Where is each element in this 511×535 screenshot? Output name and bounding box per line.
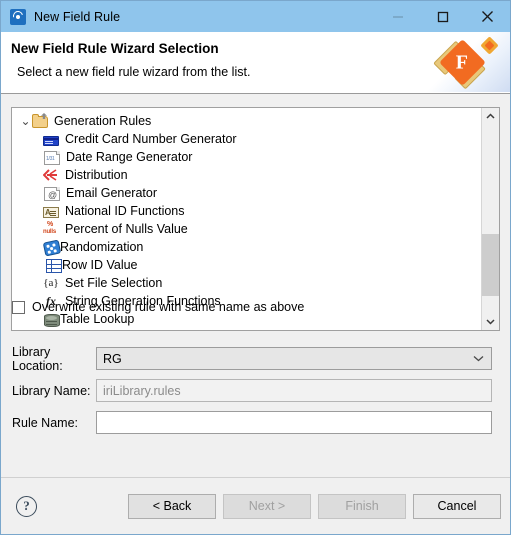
list-item-label: Row ID Value	[62, 257, 138, 272]
database-icon	[44, 313, 60, 327]
window-controls	[375, 1, 510, 32]
product-logo: F	[417, 32, 510, 92]
list-item-date-range-generator[interactable]: 1/31 Date Range Generator	[12, 148, 481, 166]
app-swirl-icon	[10, 8, 26, 25]
library-name-row: Library Name:	[1, 378, 511, 403]
title-bar[interactable]: New Field Rule	[1, 1, 510, 32]
wizard-buttons: < Back Next > Finish Cancel	[128, 493, 501, 519]
help-icon[interactable]: ?	[16, 495, 37, 517]
minimize-button[interactable]	[375, 1, 420, 32]
percent-nulls-icon: % nulls	[43, 221, 59, 237]
overwrite-checkbox-row[interactable]: Overwrite existing rule with same name a…	[12, 300, 304, 314]
list-item-label: Email Generator	[66, 185, 158, 200]
tree-node-label: Generation Rules	[54, 113, 152, 128]
list-item-label: Randomization	[60, 239, 144, 254]
wizard-list-items: ⌄ Generation Rules Credit Card Number Ge…	[12, 108, 481, 330]
cancel-button[interactable]: Cancel	[413, 493, 501, 519]
library-location-select[interactable]: RG	[96, 347, 492, 370]
rule-form: Library Location: RG Library Name: Rule …	[1, 344, 511, 442]
list-item-email-generator[interactable]: @ Email Generator	[12, 184, 481, 202]
close-button[interactable]	[465, 1, 510, 32]
list-item-label: Distribution	[65, 167, 128, 182]
next-button: Next >	[223, 493, 311, 519]
scrollbar-thumb[interactable]	[482, 234, 499, 296]
maximize-button[interactable]	[420, 1, 465, 32]
credit-card-icon	[43, 135, 59, 146]
scroll-up-button[interactable]	[482, 108, 499, 125]
national-id-icon	[43, 207, 59, 218]
scrollbar-track[interactable]	[482, 125, 499, 313]
window-title: New Field Rule	[34, 9, 121, 24]
list-item-label: Set File Selection	[65, 275, 163, 290]
list-item-distribution[interactable]: Distribution	[12, 166, 481, 184]
library-location-label: Library Location:	[12, 344, 63, 373]
overwrite-checkbox-label: Overwrite existing rule with same name a…	[32, 300, 305, 314]
rule-name-row: Rule Name:	[1, 410, 511, 435]
wizard-header: New Field Rule Wizard Selection Select a…	[1, 32, 510, 94]
email-document-icon: @	[44, 186, 60, 201]
list-item-label: Percent of Nulls Value	[65, 221, 188, 236]
scroll-down-button[interactable]	[482, 313, 499, 330]
library-name-input	[97, 380, 491, 401]
page-subtitle: Select a new field rule wizard from the …	[17, 65, 251, 79]
dialog-body: ⌄ Generation Rules Credit Card Number Ge…	[1, 94, 510, 477]
distribution-arrow-icon	[43, 167, 59, 183]
dice-icon	[42, 238, 62, 257]
list-item-label: Table Lookup	[60, 311, 135, 326]
calendar-mini-label: 1/31	[46, 155, 55, 162]
rule-name-label: Rule Name:	[12, 415, 78, 430]
list-scrollbar[interactable]	[481, 108, 499, 330]
percent-glyph: %	[47, 221, 54, 228]
chevron-down-icon[interactable]: ⌄	[19, 114, 32, 128]
list-item-label: Credit Card Number Generator	[65, 131, 237, 146]
list-item-row-id-value[interactable]: Row ID Value	[12, 256, 481, 274]
overwrite-checkbox[interactable]	[12, 300, 25, 314]
finish-button: Finish	[318, 493, 406, 519]
list-item-credit-card-number-generator[interactable]: Credit Card Number Generator	[12, 130, 481, 148]
page-title: New Field Rule Wizard Selection	[11, 41, 219, 56]
list-item-national-id-functions[interactable]: National ID Functions	[12, 202, 481, 220]
logo-small-diamond	[480, 36, 499, 55]
list-item-label: National ID Functions	[65, 203, 185, 218]
logo-orange-diamond: F	[439, 39, 486, 86]
logo-letter: F	[456, 51, 469, 74]
nulls-glyph: nulls	[43, 229, 57, 235]
calendar-document-icon: 1/31	[44, 150, 60, 165]
list-item-percent-of-nulls-value[interactable]: % nulls Percent of Nulls Value	[12, 220, 481, 238]
rule-name-input[interactable]	[97, 412, 491, 433]
library-name-label: Library Name:	[12, 383, 91, 398]
list-item-label: Date Range Generator	[66, 149, 193, 164]
rule-name-field[interactable]	[96, 411, 492, 434]
library-location-value: RG	[103, 351, 122, 366]
library-name-field	[96, 379, 492, 402]
set-braces-icon: {a}	[43, 277, 59, 289]
chevron-down-icon[interactable]	[473, 348, 484, 369]
new-field-rule-dialog: New Field Rule New Field Rule Wizard Sel…	[0, 0, 511, 535]
wizard-list[interactable]: ⌄ Generation Rules Credit Card Number Ge…	[11, 107, 500, 331]
at-sign-glyph: @	[48, 189, 58, 200]
row-id-icon	[46, 258, 62, 273]
open-folder-icon	[32, 114, 48, 128]
library-location-row: Library Location: RG	[1, 344, 511, 373]
list-item-set-file-selection[interactable]: {a} Set File Selection	[12, 274, 481, 292]
tree-node-generation-rules[interactable]: ⌄ Generation Rules	[12, 112, 481, 130]
list-item-randomization[interactable]: Randomization	[12, 238, 481, 257]
back-button[interactable]: < Back	[128, 493, 216, 519]
dialog-footer: ? < Back Next > Finish Cancel	[1, 477, 510, 534]
